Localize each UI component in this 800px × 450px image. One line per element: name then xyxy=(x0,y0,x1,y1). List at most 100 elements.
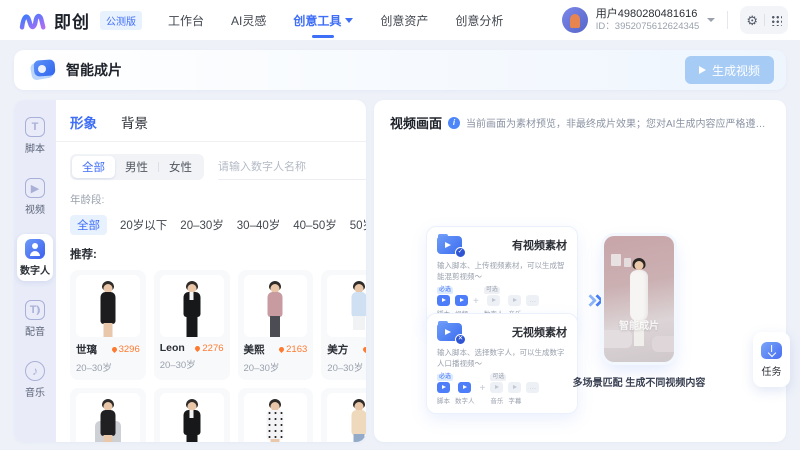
digital-human-card[interactable]: 美蔓 4475 20–30岁 xyxy=(238,388,314,442)
gender-filter: 全部 男性 女性 xyxy=(70,154,204,180)
presenter-figure xyxy=(624,258,654,354)
optional-group: 可选 音乐 字幕 … xyxy=(490,380,539,405)
flame-icon xyxy=(362,346,366,353)
watermark: 智能成片 xyxy=(619,317,659,332)
plus-icon: + xyxy=(480,383,486,394)
card-image xyxy=(327,275,366,337)
search-input[interactable] xyxy=(218,161,366,173)
script-mini-icon xyxy=(437,382,450,393)
rail-item-dubbing[interactable]: T⦆ 配音 xyxy=(17,295,53,342)
more-icon: … xyxy=(526,382,539,393)
app-logo[interactable]: 即创 xyxy=(18,8,90,33)
card-image xyxy=(76,393,140,442)
digital-human-card[interactable]: 才吉 2322 20–30岁 xyxy=(154,388,230,442)
rail-item-music[interactable]: ♪ 音乐 xyxy=(17,356,53,403)
nav-tools: ⚙ xyxy=(740,6,788,34)
nav-item-workbench[interactable]: 工作台 xyxy=(168,0,204,40)
folder-no-video-icon: ✕ xyxy=(437,321,463,342)
left-section: T 脚本 ▶ 视频 数字人 T⦆ 配音 ♪ 音乐 形象 背景 全部 男性 xyxy=(14,100,366,442)
folder-video-icon: ✓ xyxy=(437,234,463,255)
flame-icon xyxy=(111,346,118,353)
age-all[interactable]: 全部 xyxy=(70,215,107,235)
digital-human-card[interactable]: 宁烟 2903 20–30岁 xyxy=(321,388,366,442)
digital-human-grid: 世璃 3296 20–30岁 Leon 2276 20–30岁 xyxy=(70,270,366,442)
required-badge: 必选 xyxy=(437,374,453,382)
chevron-down-icon xyxy=(345,18,353,23)
feature-rail: T 脚本 ▶ 视频 数字人 T⦆ 配音 ♪ 音乐 xyxy=(14,100,56,442)
recommend-label: 推荐: xyxy=(70,246,366,262)
double-chevron-icon xyxy=(586,296,602,305)
age-filter-label: 年龄段: xyxy=(70,192,366,207)
card-image xyxy=(160,393,224,442)
required-badge: 必选 xyxy=(437,287,453,295)
digital-human-mini-icon xyxy=(487,295,500,306)
digital-human-mini-icon xyxy=(458,382,471,393)
gender-all[interactable]: 全部 xyxy=(72,156,115,178)
music-mini-icon xyxy=(490,382,503,393)
task-float-button[interactable]: 任务 xyxy=(753,332,790,387)
with-video-title: 有视频素材 xyxy=(512,237,567,253)
beta-badge: 公测版 xyxy=(100,11,142,30)
card-image xyxy=(327,393,366,442)
optional-badge: 可选 xyxy=(490,374,506,382)
script-mini-icon xyxy=(437,295,450,306)
digital-human-card[interactable]: 世璃 3296 20–30岁 xyxy=(70,270,146,380)
age-under-20[interactable]: 20岁以下 xyxy=(120,217,167,233)
video-mini-icon xyxy=(455,295,468,306)
rail-item-video[interactable]: ▶ 视频 xyxy=(17,173,53,220)
illustration-caption: 多场景匹配 生成不同视频内容 xyxy=(548,374,730,389)
phone-preview: 智能成片 xyxy=(604,236,674,362)
generate-video-button[interactable]: 生成视频 xyxy=(685,56,774,84)
card-image xyxy=(76,275,140,337)
age-30-40[interactable]: 30–40岁 xyxy=(237,217,280,233)
flame-icon xyxy=(194,344,201,351)
divider xyxy=(727,11,728,29)
plus-icon: + xyxy=(473,296,479,307)
gender-female[interactable]: 女性 xyxy=(159,156,202,178)
script-icon: T xyxy=(25,117,45,137)
video-preview-panel: 视频画面 i 当前画面为素材预览，非最终成片效果；您对AI生成内容应严格遵循国家… xyxy=(374,100,786,442)
page-title: 智能成片 xyxy=(66,60,122,80)
optional-badge: 可选 xyxy=(484,287,500,295)
panel-tabs: 形象 背景 xyxy=(56,112,366,142)
digital-human-card[interactable]: 世菲 7304 20–30岁 xyxy=(70,388,146,442)
user-caret-icon[interactable] xyxy=(707,18,715,22)
nav-item-ai-inspiration[interactable]: AI灵感 xyxy=(231,0,266,40)
gender-male[interactable]: 男性 xyxy=(115,156,158,178)
dubbing-icon: T⦆ xyxy=(25,300,45,320)
card-image xyxy=(160,275,224,337)
nav-item-creative-assets[interactable]: 创意资产 xyxy=(380,0,428,40)
tab-appearance[interactable]: 形象 xyxy=(70,112,97,132)
page-header: 智能成片 生成视频 xyxy=(14,50,786,90)
card-image xyxy=(244,275,308,337)
nav-item-creative-tools[interactable]: 创意工具 xyxy=(293,0,353,40)
card-image xyxy=(244,393,308,442)
with-video-material-card: ✓ 有视频素材 输入脚本、上传视频素材，可以生成智能混剪视频～ 必选 脚本 视频… xyxy=(426,226,578,327)
smart-film-icon xyxy=(30,58,56,82)
tab-background[interactable]: 背景 xyxy=(121,112,148,132)
digital-human-icon xyxy=(25,239,45,259)
rail-item-digital-human[interactable]: 数字人 xyxy=(17,234,53,281)
user-name: 用户4980280481616 xyxy=(596,8,700,21)
nav-item-creative-analysis[interactable]: 创意分析 xyxy=(455,0,503,40)
age-filter: 全部 20岁以下 20–30岁 30–40岁 40–50岁 50岁以上 xyxy=(70,215,366,235)
user-info[interactable]: 用户4980280481616 ID：3952075612624345 xyxy=(596,8,700,33)
search-box xyxy=(218,154,366,180)
without-video-material-card: ✕ 无视频素材 输入脚本、选择数字人，可以生成数字人口播视频～ 必选 脚本 数字… xyxy=(426,313,578,414)
flame-icon xyxy=(278,346,285,353)
more-icon: … xyxy=(526,295,539,306)
digital-human-card[interactable]: 美方 3446 20–30岁 xyxy=(321,270,366,380)
gear-icon[interactable]: ⚙ xyxy=(746,14,758,27)
age-over-50[interactable]: 50岁以上 xyxy=(350,217,366,233)
avatar[interactable] xyxy=(562,7,588,33)
age-20-30[interactable]: 20–30岁 xyxy=(180,217,223,233)
apps-grid-icon[interactable] xyxy=(771,15,782,26)
digital-human-card[interactable]: 美熙 2163 20–30岁 xyxy=(238,270,314,380)
digital-human-card[interactable]: Leon 2276 20–30岁 xyxy=(154,270,230,380)
play-icon xyxy=(699,66,706,74)
rail-item-script[interactable]: T 脚本 xyxy=(17,112,53,159)
subtitle-mini-icon xyxy=(508,382,521,393)
music-mini-icon xyxy=(508,295,521,306)
age-40-50[interactable]: 40–50岁 xyxy=(293,217,336,233)
task-download-icon xyxy=(761,342,782,359)
